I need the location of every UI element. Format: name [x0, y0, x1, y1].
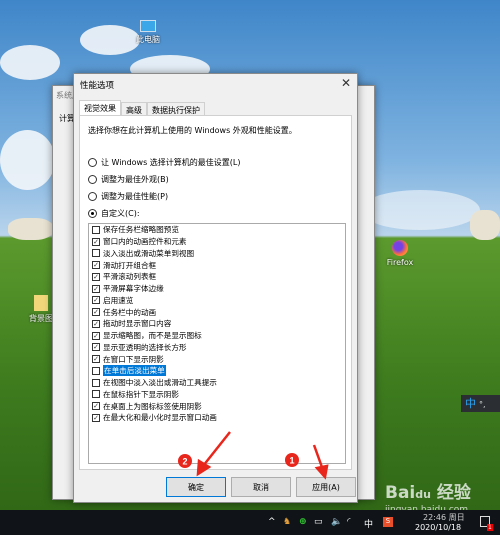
checkbox[interactable]: ✓ — [92, 331, 100, 340]
clock-time[interactable]: 22:46 周日 — [423, 512, 465, 523]
apply-button[interactable]: 应用(A) — [296, 477, 356, 497]
clock-date[interactable]: 2020/10/18 — [415, 523, 461, 532]
effect-option[interactable]: ✓ 平滑滚动列表框 — [89, 271, 345, 283]
effect-option[interactable]: 在鼠标指针下显示阴影 — [89, 389, 345, 401]
effect-option[interactable]: ✓ 显示缩略图，而不是显示图标 — [89, 330, 345, 342]
checkbox[interactable] — [92, 366, 100, 375]
radio-button[interactable] — [88, 192, 97, 201]
checkbox[interactable]: ✓ — [92, 402, 100, 411]
radio-button[interactable] — [88, 158, 97, 167]
effect-option[interactable]: ✓ 在最大化和最小化时显示窗口动画 — [89, 412, 345, 424]
radio-option[interactable]: 调整为最佳外观(B) — [88, 174, 169, 185]
dialog-title: 性能选项 — [80, 81, 115, 91]
ime-floating-bar[interactable]: 中 °, — [461, 395, 500, 412]
checkbox[interactable]: ✓ — [92, 296, 100, 305]
description: 选择你想在此计算机上使用的 Windows 外观和性能设置。 — [88, 126, 297, 135]
computer-icon — [140, 20, 156, 32]
checkbox[interactable]: ✓ — [92, 237, 100, 246]
battery-icon[interactable]: ▭ — [314, 517, 323, 527]
checkbox[interactable] — [92, 390, 100, 399]
notification-badge: 1 — [487, 524, 493, 531]
desktop-icon-firefox[interactable]: Firefox — [380, 240, 420, 267]
effect-option[interactable]: ✓ 任务栏中的动画 — [89, 306, 345, 318]
ok-button[interactable]: 确定 — [166, 477, 226, 497]
effect-option[interactable]: ✓ 窗口内的动画控件和元素 — [89, 236, 345, 248]
checkbox[interactable]: ✓ — [92, 413, 100, 422]
ime-indicator[interactable]: 中 — [364, 517, 373, 530]
effect-option[interactable]: ✓ 平滑屏幕字体边缘 — [89, 283, 345, 295]
checkbox[interactable] — [92, 225, 100, 234]
tray-plus-icon[interactable]: ⊕ — [299, 517, 307, 527]
taskbar: ^ ♞ ⊕ ▭ 🔈 ◜ 中 S 22:46 周日 2020/10/18 1 — [0, 510, 500, 535]
effect-option[interactable]: 在单击后淡出菜单 — [89, 365, 345, 377]
sheep — [470, 210, 500, 240]
checkbox[interactable]: ✓ — [92, 272, 100, 281]
effect-option[interactable]: ✓ 启用速览 — [89, 295, 345, 307]
radio-button[interactable] — [88, 175, 97, 184]
wifi-icon[interactable]: ◜ — [347, 517, 351, 527]
folder-icon — [34, 295, 48, 311]
effect-option[interactable]: ✓ 拖动时显示窗口内容 — [89, 318, 345, 330]
effect-option[interactable]: ✓ 显示亚透明的选择长方形 — [89, 342, 345, 354]
effect-option[interactable]: ✓ 滑动打开组合框 — [89, 259, 345, 271]
effect-option[interactable]: ✓ 在窗口下显示阴影 — [89, 353, 345, 365]
effect-option[interactable]: 保存任务栏缩略图预览 — [89, 224, 345, 236]
volume-mute-icon[interactable]: 🔈 — [331, 517, 342, 527]
sheep — [8, 218, 53, 240]
checkbox[interactable] — [92, 378, 100, 387]
performance-options-dialog: 性能选项 ✕ 视觉效果 高级 数据执行保护 选择你想在此计算机上使用的 Wind… — [73, 73, 358, 503]
close-icon[interactable]: ✕ — [341, 76, 351, 90]
radio-option[interactable]: 让 Windows 选择计算机的最佳设置(L) — [88, 157, 241, 168]
checkbox[interactable] — [92, 249, 100, 258]
checkbox[interactable]: ✓ — [92, 284, 100, 293]
desktop-icon-this-pc[interactable]: 此电脑 — [128, 20, 168, 45]
checkbox[interactable]: ✓ — [92, 261, 100, 270]
firefox-icon — [392, 240, 408, 256]
radio-option[interactable]: 自定义(C): — [88, 208, 140, 219]
cancel-button[interactable]: 取消 — [231, 477, 291, 497]
visual-effects-panel: 选择你想在此计算机上使用的 Windows 外观和性能设置。 让 Windows… — [79, 115, 352, 470]
checkbox[interactable]: ✓ — [92, 319, 100, 328]
effects-list[interactable]: 保存任务栏缩略图预览 ✓ 窗口内的动画控件和元素 淡入淡出或滑动菜单到视图 ✓ 滑动打开组… — [88, 223, 346, 464]
checkbox[interactable]: ✓ — [92, 308, 100, 317]
tray-app-icon[interactable]: ♞ — [283, 517, 291, 527]
radio-button[interactable] — [88, 209, 97, 218]
sogou-icon[interactable]: S — [383, 517, 393, 527]
checkbox[interactable]: ✓ — [92, 355, 100, 364]
effect-option[interactable]: 在视图中淡入淡出或滑动工具提示 — [89, 377, 345, 389]
radio-option[interactable]: 调整为最佳性能(P) — [88, 191, 168, 202]
baidu-watermark: Baidu 经验 — [385, 483, 471, 503]
effect-option[interactable]: 淡入淡出或滑动菜单到视图 — [89, 248, 345, 260]
chevron-up-icon[interactable]: ^ — [268, 517, 276, 527]
effect-option[interactable]: ✓ 在桌面上为图标标签使用阴影 — [89, 400, 345, 412]
checkbox[interactable]: ✓ — [92, 343, 100, 352]
